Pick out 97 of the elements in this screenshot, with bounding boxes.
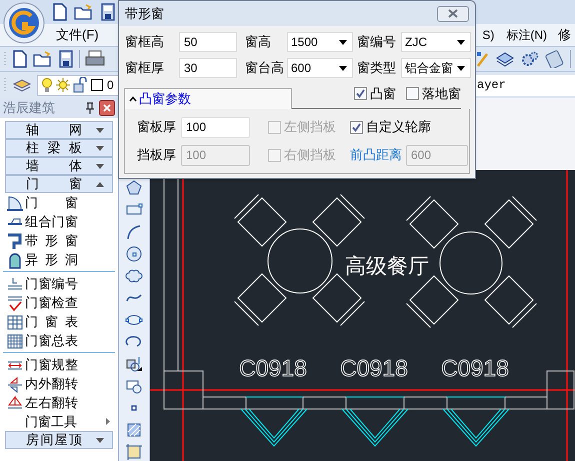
caret-icon — [96, 146, 104, 150]
field-label: 窗类型 — [357, 59, 397, 78]
insert-block-icon[interactable] — [125, 355, 143, 373]
checkbox-label: 左侧挡板 — [284, 118, 336, 136]
app-logo-icon[interactable] — [2, 1, 46, 45]
gradient-icon[interactable] — [125, 443, 143, 461]
save-icon[interactable] — [58, 50, 74, 68]
new-file-icon[interactable] — [52, 3, 68, 21]
stack-icon[interactable] — [495, 50, 515, 68]
chevron-icon — [129, 96, 137, 102]
menu-item[interactable]: 门窗编号 — [25, 274, 78, 294]
window-label: C0918 — [340, 355, 408, 381]
window-check-icon — [6, 294, 24, 312]
close-button[interactable] — [437, 6, 469, 22]
checkbox-label: 右侧挡板 — [284, 146, 336, 164]
submenu-arrow-icon — [106, 418, 110, 425]
field-label: 窗台高 — [245, 59, 283, 78]
mirror-icon — [6, 394, 24, 412]
dense-table-icon — [6, 332, 24, 350]
menu-item[interactable]: 修 — [558, 25, 575, 45]
checkbox-label: 凸窗 — [370, 84, 396, 103]
field-label: 挡板厚 — [137, 146, 177, 164]
layer-field[interactable]: ayer — [475, 74, 575, 96]
section-tab[interactable]: 凸窗参数 — [124, 88, 292, 109]
menu-item[interactable]: S) — [481, 26, 496, 44]
menu-item[interactable]: 异 形 洞 — [25, 250, 78, 270]
caret-icon — [96, 164, 104, 168]
field-label: 窗编号 — [357, 33, 397, 52]
dialog-title: 带形窗 — [125, 4, 165, 23]
dropdown[interactable]: 600 — [287, 58, 353, 78]
field-label: 窗框厚 — [125, 59, 165, 78]
open-folder-icon[interactable] — [74, 3, 94, 21]
lightbulb-icon[interactable] — [40, 77, 54, 93]
checkbox[interactable] — [406, 87, 419, 100]
grid-table-icon — [6, 312, 24, 330]
checkmark-icon — [356, 89, 365, 98]
toolbar-grip-icon[interactable] — [4, 51, 7, 67]
menu-item[interactable]: 门窗工具 — [25, 412, 77, 432]
dropdown[interactable]: ZJC — [401, 32, 471, 52]
cloud-icon[interactable] — [125, 267, 143, 285]
category-header[interactable]: 轴 网 — [5, 121, 113, 139]
save-icon[interactable] — [100, 3, 116, 21]
field-label: 窗高 — [245, 33, 272, 52]
menu-item[interactable]: 门窗总表 — [25, 330, 78, 350]
drawing-canvas[interactable]: 高级餐厅 C0918 C0918 C0918 — [150, 170, 575, 461]
field-label: 前凸距离 — [350, 146, 402, 164]
category-header[interactable]: 门 窗 — [5, 175, 113, 193]
caret-icon — [96, 128, 104, 132]
checkmark-icon — [352, 122, 361, 132]
checkbox[interactable] — [354, 87, 367, 100]
panel-title: 浩辰建筑 — [3, 99, 56, 118]
checkbox-label: 落地窗 — [422, 84, 461, 103]
category-header[interactable]: 柱 梁 板 — [5, 139, 113, 157]
menu-item[interactable]: 门 窗 表 — [25, 312, 78, 332]
input-field[interactable]: 100 — [181, 116, 250, 138]
close-icon — [447, 9, 459, 18]
strip-window-icon — [6, 232, 24, 250]
menu-item[interactable]: 左右翻转 — [25, 392, 78, 412]
gears-icon[interactable] — [520, 50, 540, 68]
lock-icon[interactable] — [72, 77, 88, 93]
field-label: 窗板厚 — [137, 118, 177, 136]
printer-icon[interactable] — [85, 50, 105, 68]
menu-item[interactable]: 门 窗 — [25, 192, 78, 212]
category-header[interactable]: 墙 体 — [5, 157, 113, 175]
pin-icon[interactable] — [84, 101, 96, 115]
menu-item[interactable]: 文件(F) — [48, 25, 107, 45]
sun-icon[interactable] — [55, 77, 71, 93]
menu-item[interactable]: 带 形 窗 — [25, 230, 78, 250]
caret-icon — [96, 438, 104, 442]
new-file-icon[interactable] — [12, 50, 28, 68]
dropdown[interactable]: 铝合金窗 — [401, 58, 471, 78]
menu-item[interactable]: 标注(N) — [505, 26, 548, 44]
hatch-icon[interactable] — [125, 421, 143, 439]
window-label: C0918 — [239, 355, 307, 381]
door-icon — [6, 194, 24, 212]
menu-item[interactable]: 门窗检查 — [25, 292, 78, 312]
checkbox-label: 自定义轮廓 — [366, 118, 431, 136]
category-header[interactable]: 房间屋顶 — [5, 431, 113, 449]
close-icon[interactable] — [99, 100, 115, 116]
color-swatch — [91, 79, 103, 91]
window-label: C0918 — [441, 355, 509, 381]
menu-item[interactable]: 内外翻转 — [25, 374, 78, 394]
arc-icon[interactable] — [125, 223, 143, 241]
toolbar-grip-icon[interactable] — [4, 77, 7, 93]
checkbox[interactable] — [350, 120, 363, 134]
input-field[interactable]: 50 — [179, 32, 237, 52]
menu-item[interactable]: 组合门窗 — [25, 212, 78, 232]
open-folder-icon[interactable] — [33, 50, 53, 68]
caret-icon — [96, 182, 104, 186]
layer-name: 0 — [107, 77, 114, 94]
input-field[interactable]: 30 — [179, 58, 237, 78]
circle-icon[interactable] — [125, 245, 143, 263]
menu-item[interactable]: 门窗规整 — [25, 354, 78, 374]
dropdown[interactable]: 1500 — [287, 32, 353, 52]
field-label: 窗框高 — [125, 33, 165, 52]
flip-icon — [6, 374, 24, 392]
room-label: 高级餐厅 — [345, 255, 429, 278]
